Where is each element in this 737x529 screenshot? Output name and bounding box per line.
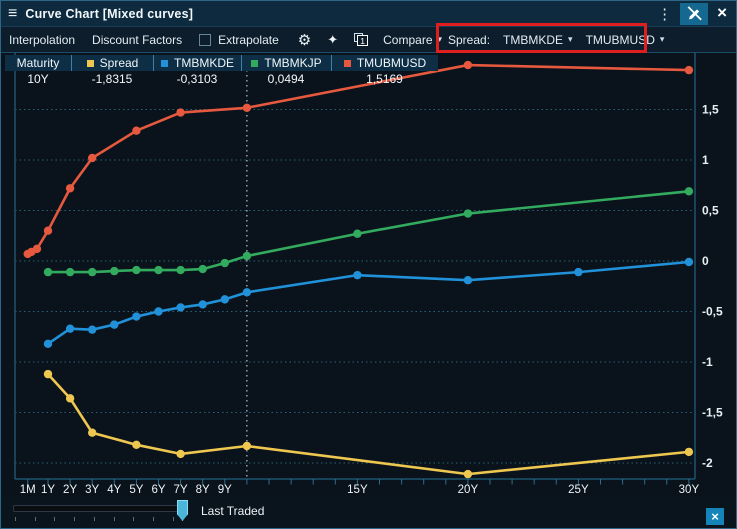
svg-text:-0,5: -0,5 [702, 305, 723, 319]
menu-discount-factors[interactable]: Discount Factors [92, 33, 182, 47]
extrapolate-label: Extrapolate [218, 33, 279, 47]
svg-text:25Y: 25Y [568, 484, 589, 496]
more-options-icon[interactable]: ⋮ [649, 5, 680, 23]
tmbmkjp-swatch-icon [251, 60, 258, 67]
bottom-bar: Last Traded × [1, 496, 736, 529]
svg-text:0,5: 0,5 [702, 204, 719, 218]
extrapolate-checkbox[interactable] [199, 34, 211, 46]
chevron-down-icon: ▾ [568, 34, 573, 45]
svg-text:1M: 1M [20, 484, 36, 496]
legend-label: TMBMKDE [174, 56, 234, 70]
svg-text:1,5: 1,5 [702, 103, 719, 117]
settings-gear-icon[interactable]: ⚙ [298, 31, 311, 49]
legend-label: TMUBMUSD [357, 56, 426, 70]
history-slider-track[interactable] [13, 505, 179, 512]
svg-text:7Y: 7Y [174, 484, 188, 496]
series-tmubmusd [24, 61, 694, 258]
window-title: Curve Chart [Mixed curves] [25, 7, 193, 21]
svg-text:-1: -1 [702, 355, 713, 369]
spread-select-1-value: TMBMKDE [503, 33, 563, 47]
svg-text:6Y: 6Y [151, 484, 165, 496]
svg-text:4Y: 4Y [107, 484, 121, 496]
value-tmbmkde: -0,3103 [153, 71, 241, 87]
compare-dropdown[interactable]: Compare ▾ [383, 33, 442, 47]
legend-col-tmubmusd[interactable]: TMUBMUSD [331, 55, 438, 71]
value-tmubmusd: 1,5169 [331, 71, 438, 87]
svg-text:30Y: 30Y [679, 484, 700, 496]
legend-col-tmbmkde[interactable]: TMBMKDE [153, 55, 241, 71]
series-spread [44, 370, 693, 478]
tmbmkde-swatch-icon [161, 60, 168, 67]
svg-text:-1,5: -1,5 [702, 406, 723, 420]
value-maturity: 10Y [5, 71, 71, 87]
svg-text:1: 1 [702, 153, 709, 167]
svg-text:3Y: 3Y [85, 484, 99, 496]
legend-label: Spread [100, 56, 139, 70]
legend-header-row: Maturity Spread TMBMKDE TMBMKJP TMUBMUSD [5, 55, 438, 71]
svg-text:15Y: 15Y [347, 484, 368, 496]
window-close-icon[interactable]: × [714, 3, 736, 25]
legend-col-spread[interactable]: Spread [71, 55, 153, 71]
annotations-disabled-button[interactable] [680, 3, 708, 25]
svg-text:20Y: 20Y [458, 484, 479, 496]
titlebar: ≡ Curve Chart [Mixed curves] ⋮ × [1, 1, 736, 27]
spread-controls: Spread: TMBMKDE ▾ TMUBMUSD ▾ [448, 27, 664, 52]
legend-col-maturity: Maturity [5, 55, 71, 71]
curve-chart-svg[interactable]: 1,5 1 0,5 0 -0,5 -1 -1,5 -2 1M 1Y 2Y 3Y 4Y 5Y 6Y 7Y 8Y 9Y… [1, 53, 737, 496]
history-slider-ticks [1, 517, 201, 522]
crosshair-star-icon[interactable]: ✦ [327, 32, 338, 48]
curve-chart-window: ≡ Curve Chart [Mixed curves] ⋮ × Interpo… [0, 0, 737, 529]
legend-col-tmbmkjp[interactable]: TMBMKJP [241, 55, 331, 71]
chart-area: 1,5 1 0,5 0 -0,5 -1 -1,5 -2 1M 1Y 2Y 3Y 4Y 5Y 6Y 7Y 8Y 9Y… [1, 53, 736, 496]
legend-values-row: 10Y -1,8315 -0,3103 0,0494 1,5169 [5, 71, 438, 87]
chevron-down-icon: ▾ [660, 34, 665, 45]
spread-select-1[interactable]: TMBMKDE ▾ [503, 33, 573, 47]
svg-text:0: 0 [702, 254, 709, 268]
chevron-down-icon: ▾ [438, 34, 443, 45]
tmubmusd-swatch-icon [344, 60, 351, 67]
last-traded-label: Last Traded [201, 504, 264, 518]
svg-text:1Y: 1Y [41, 484, 55, 496]
layers-front-square: 1 [357, 35, 368, 46]
gridlines: 1,5 1 0,5 0 -0,5 -1 -1,5 -2 [15, 103, 723, 471]
x-axis-ticks: 1M 1Y 2Y 3Y 4Y 5Y 6Y 7Y 8Y 9Y 15Y 20Y 25Y 30Y [20, 479, 700, 496]
series-tmbmkjp [44, 187, 693, 276]
menu-interpolation[interactable]: Interpolation [9, 33, 75, 47]
panel-close-button[interactable]: × [706, 508, 724, 525]
layout-1-icon[interactable]: 1 [354, 33, 368, 46]
value-tmbmkjp: 0,0494 [241, 71, 331, 87]
svg-text:-2: -2 [702, 456, 713, 470]
compare-label: Compare [383, 33, 432, 47]
value-spread: -1,8315 [71, 71, 153, 87]
pen-slash-icon [685, 4, 704, 23]
menu-icon[interactable]: ≡ [8, 5, 17, 23]
toolbar: Interpolation Discount Factors Extrapola… [1, 27, 736, 53]
svg-text:5Y: 5Y [129, 484, 143, 496]
svg-text:8Y: 8Y [196, 484, 210, 496]
spread-select-2[interactable]: TMUBMUSD ▾ [586, 33, 665, 47]
spread-swatch-icon [87, 60, 94, 67]
svg-text:2Y: 2Y [63, 484, 77, 496]
legend-label: TMBMKJP [264, 56, 321, 70]
legend-label: Maturity [17, 56, 60, 70]
svg-text:9Y: 9Y [218, 484, 232, 496]
spread-select-2-value: TMUBMUSD [586, 33, 655, 47]
spread-label: Spread: [448, 33, 490, 47]
